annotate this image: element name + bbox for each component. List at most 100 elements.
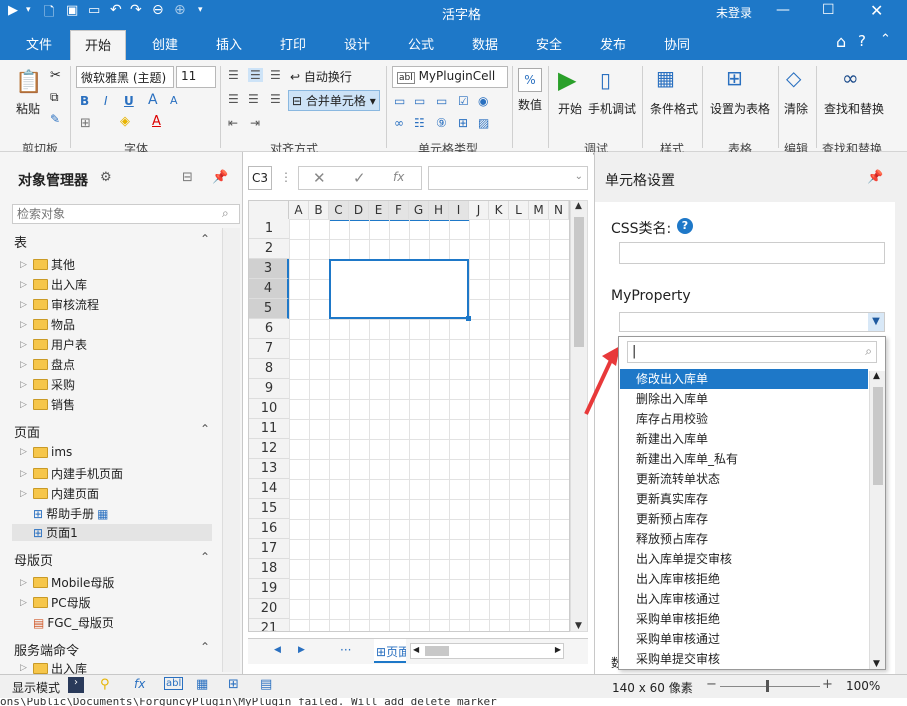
dropdown-option[interactable]: 更新预占库存 <box>620 509 868 529</box>
row-header[interactable]: 16 <box>249 519 289 539</box>
row-header[interactable]: 5 <box>249 299 289 319</box>
maximize-icon[interactable]: ☐ <box>822 2 835 18</box>
dropdown-option[interactable]: 新建出入库单_私有 <box>620 449 868 469</box>
redo-icon[interactable]: ↷ <box>130 2 142 18</box>
find-replace-button[interactable]: 查找和替换 <box>824 100 884 117</box>
save-icon[interactable]: ▣ <box>66 3 78 18</box>
section-server-commands[interactable]: 服务端命令 <box>14 640 79 659</box>
column-header[interactable]: N <box>549 201 569 219</box>
server-icon[interactable]: ⊞ <box>228 677 239 692</box>
selected-merged-cell[interactable] <box>329 259 469 319</box>
clear-button[interactable]: 清除 <box>784 100 808 117</box>
dropdown-option[interactable]: 更新真实库存 <box>620 489 868 509</box>
row-header[interactable]: 18 <box>249 559 289 579</box>
column-header[interactable]: A <box>289 201 309 219</box>
zoom-slider-thumb[interactable] <box>766 680 769 692</box>
align-middle-icon[interactable]: ☰ <box>248 68 263 82</box>
list-item[interactable]: ▷ 销售 <box>20 396 75 413</box>
list-item[interactable]: ▷ 出入库 <box>20 276 87 293</box>
celltype-select[interactable]: abl MyPluginCell <box>392 66 508 88</box>
celltype-link-icon[interactable]: ∞ <box>394 116 404 130</box>
indent-decrease-icon[interactable]: ⇤ <box>228 116 238 130</box>
increase-font-icon[interactable]: A <box>148 92 158 108</box>
dropdown-option[interactable]: 更新流转单状态 <box>620 469 868 489</box>
row-header[interactable]: 14 <box>249 479 289 499</box>
undo-icon[interactable]: ↶ <box>110 2 122 18</box>
list-item[interactable]: ▷ 采购 <box>20 376 75 393</box>
tab-insert[interactable]: 插入 <box>216 34 242 53</box>
column-header[interactable]: D <box>349 201 369 219</box>
row-header[interactable]: 17 <box>249 539 289 559</box>
table-icon[interactable]: ⊞ <box>726 66 743 90</box>
format-painter-icon[interactable]: ✎ <box>50 112 60 126</box>
row-header[interactable]: 9 <box>249 379 289 399</box>
celltype-textbox-icon[interactable]: ▭ <box>394 94 405 108</box>
list-item[interactable]: ▷ 其他 <box>20 256 75 273</box>
tab-print[interactable]: 打印 <box>280 34 306 53</box>
scroll-thumb[interactable] <box>873 387 883 485</box>
panel-icon[interactable]: ▤ <box>260 677 272 692</box>
section-pages[interactable]: 页面 <box>14 422 40 441</box>
fx-button[interactable]: fx <box>393 170 404 184</box>
mobile-debug-button[interactable]: 手机调试 <box>588 100 636 117</box>
list-item[interactable]: ▷ 用户表 <box>20 336 87 353</box>
display-mode-label[interactable]: 显示模式 <box>12 679 60 696</box>
column-header[interactable]: H <box>429 201 449 219</box>
my-property-select[interactable]: ▼ <box>619 312 885 332</box>
list-item[interactable]: ▷ 内建页面 <box>20 485 99 502</box>
dropdown-option[interactable]: 采购单审核拒绝 <box>620 609 868 629</box>
tab-formula[interactable]: 公式 <box>408 34 434 53</box>
more-icon[interactable]: ⋮ <box>280 170 292 184</box>
fx-icon[interactable]: fx <box>134 677 145 691</box>
cancel-icon[interactable]: ✕ <box>313 169 326 187</box>
dropdown-option[interactable]: 出入库单提交审核 <box>620 549 868 569</box>
percent-icon[interactable]: % <box>518 68 542 92</box>
paste-icon[interactable]: 📋 <box>14 66 44 98</box>
chevron-up-icon[interactable]: ⌃ <box>200 422 210 436</box>
row-header[interactable]: 11 <box>249 419 289 439</box>
tab-data[interactable]: 数据 <box>472 34 498 53</box>
celltype-number-icon[interactable]: ⑨ <box>436 116 447 130</box>
start-button[interactable]: 开始 <box>558 100 582 117</box>
pin-icon[interactable]: ⚲ <box>100 677 110 692</box>
row-header[interactable]: 20 <box>249 599 289 619</box>
section-masters[interactable]: 母版页 <box>14 550 53 569</box>
decrease-font-icon[interactable]: A <box>170 94 178 107</box>
scroll-up-icon[interactable]: ▲ <box>873 371 880 381</box>
dropdown-option[interactable]: 删除出入库单 <box>620 389 868 409</box>
zoom-out-icon[interactable]: − <box>706 677 717 692</box>
dropdown-option[interactable]: 出入库审核通过 <box>620 589 868 609</box>
paste-button[interactable]: 粘贴 <box>16 100 40 117</box>
cut-icon[interactable]: ✂ <box>50 68 61 83</box>
celltype-combo-icon[interactable]: ▭ <box>436 94 447 108</box>
list-item[interactable]: ▷ Mobile母版 <box>20 574 114 591</box>
dropdown-option[interactable]: 库存占用校验 <box>620 409 868 429</box>
more-sheets-button[interactable]: ··· <box>340 643 351 657</box>
copy-icon[interactable]: ⧉ <box>50 90 59 105</box>
wrap-text-button[interactable]: ↩ 自动换行 <box>290 68 352 85</box>
prev-sheet-icon[interactable]: ◀ <box>274 645 281 655</box>
pin-icon[interactable]: 📌 <box>212 170 228 185</box>
cell-ref-box[interactable]: C3 <box>248 166 272 190</box>
row-header[interactable]: 6 <box>249 319 289 339</box>
list-item[interactable]: ▷ 盘点 <box>20 356 75 373</box>
row-header[interactable]: 7 <box>249 339 289 359</box>
font-name-select[interactable]: 微软雅黑 (主题) <box>76 66 174 88</box>
settings-icon[interactable]: ⚙ <box>100 170 112 185</box>
login-status[interactable]: 未登录 <box>716 4 752 21</box>
list-item[interactable]: ⊞ 帮助手册 ▦ <box>20 505 108 522</box>
list-item[interactable]: ▷ PC母版 <box>20 594 91 611</box>
column-header[interactable]: F <box>389 201 409 219</box>
chevron-up-icon[interactable]: ⌃ <box>200 550 210 564</box>
tab-design[interactable]: 设计 <box>344 34 370 53</box>
close-icon[interactable]: ✕ <box>870 1 883 20</box>
sheet-tab-page1[interactable]: ⊞页面1 <box>374 639 406 663</box>
italic-button[interactable]: I <box>104 94 108 108</box>
tab-collab[interactable]: 协同 <box>664 34 690 53</box>
chevron-up-icon[interactable]: ⌃ <box>200 232 210 246</box>
underline-button[interactable]: U <box>124 94 134 108</box>
confirm-icon[interactable]: ✓ <box>353 169 366 187</box>
list-item[interactable]: ▷ 物品 <box>20 316 75 333</box>
align-top-icon[interactable]: ☰ <box>228 68 239 82</box>
align-right-icon[interactable]: ☰ <box>270 92 281 106</box>
